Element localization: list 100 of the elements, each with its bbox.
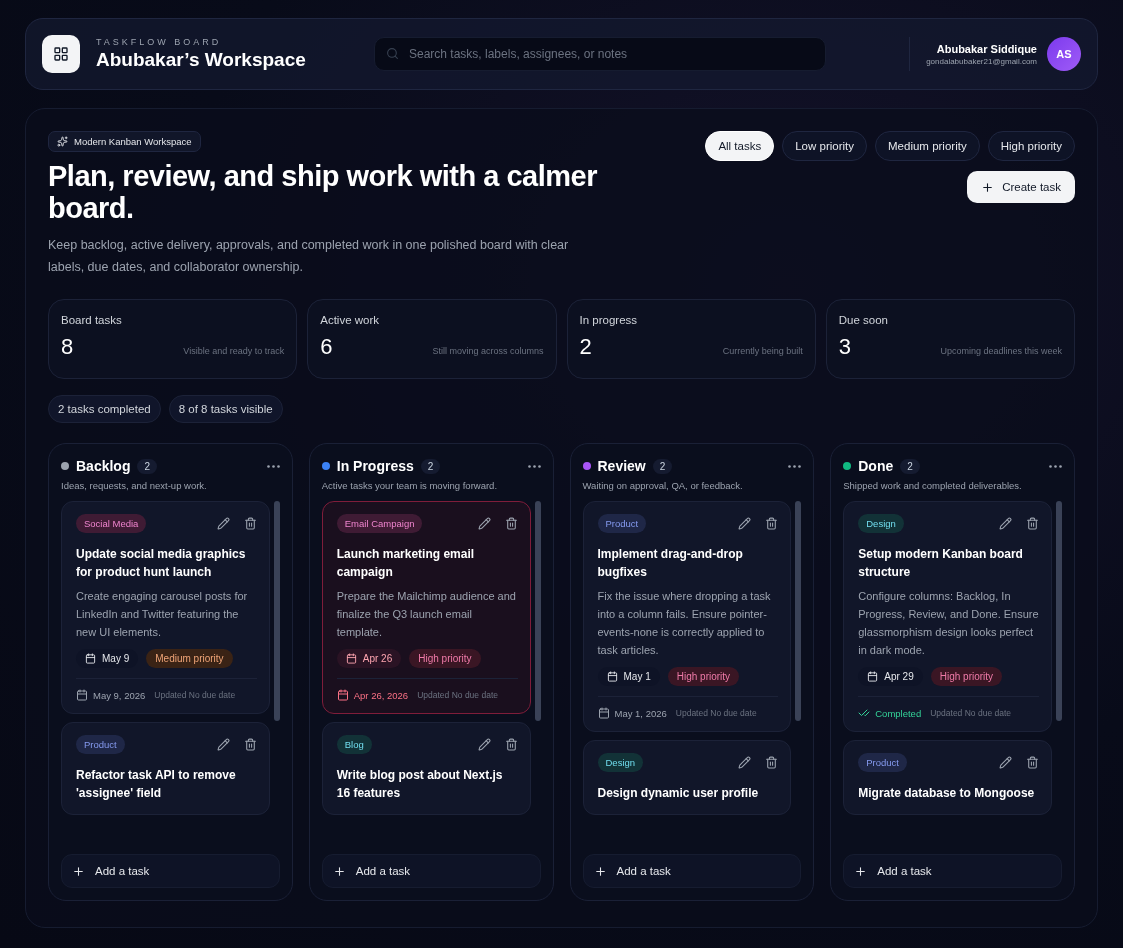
task-card[interactable]: Blog Write blog post about Next.js 16 features [321,722,531,815]
priority-chip: High priority [409,649,481,668]
stat-value: 3 [838,334,851,360]
delete-button[interactable] [1026,756,1039,769]
trash-icon [504,738,518,751]
ellipsis-icon [1049,464,1062,468]
due-date-chip: Apr 29 [858,667,923,686]
due-date: Apr 26, 2026 [336,689,409,701]
pencil-icon [477,517,491,530]
due-date-chip: May 1 [597,667,660,686]
task-description: Fix the issue where dropping a task into a column fails. Ensure pointer-events-none is correctly applied to task articles. [597,589,772,658]
trash-icon [243,738,257,751]
edit-button[interactable] [738,517,752,530]
workspace-badge: Modern Kanban Workspace [48,131,201,152]
due-date: May 1, 2026 [597,707,667,719]
calendar-icon [867,671,879,682]
plus-icon [981,180,995,194]
task-count: 2 [900,458,920,474]
check-icon [858,707,871,719]
calendar-icon [606,671,618,682]
edit-button[interactable] [738,756,752,769]
task-tag: Design [858,514,904,533]
hero-title: Plan, review, and ship work with a calmer board. [48,160,598,224]
calendar-icon [85,653,96,664]
delete-button[interactable] [504,738,518,751]
more-menu-button[interactable] [266,464,280,468]
scrollbar[interactable] [795,501,802,721]
delete-button[interactable] [765,756,779,769]
stat-value: 6 [320,334,333,360]
delete-button[interactable] [504,517,518,530]
add-task-button[interactable]: Add a task [61,854,280,888]
priority-filter[interactable]: All tasks [705,131,775,161]
user-email: gondalabubaker21@gmail.com [926,56,1037,66]
trash-icon [243,517,257,530]
task-card[interactable] [61,501,270,714]
sparkles-icon [57,136,68,147]
edit-button[interactable] [999,517,1012,530]
task-card[interactable]: Email Campaign Launch marketing email campaign Prepare the Mailchimp audience and finalize the Q3 launch email template. Apr 26 High priority Apr 26, 2026 Updated No due date [321,501,531,714]
stat-label: Due soon [838,314,889,326]
column-title: Done [858,458,894,474]
stat-value: 2 [579,334,592,360]
edit-button[interactable] [216,738,230,751]
plus-icon [332,864,346,878]
more-menu-button[interactable] [527,464,541,468]
create-task-button[interactable]: Create task [967,171,1075,203]
edit-button[interactable] [477,517,491,530]
edit-button[interactable] [477,738,491,751]
task-description: Prepare the Mailchimp audience and finalize the Q3 launch email template. [336,589,517,640]
due-date-chip: May 9 [76,649,139,668]
completed-status: Completed [858,707,922,719]
more-menu-button[interactable] [1049,464,1062,468]
priority-filter[interactable]: Medium priority [875,131,980,161]
column-description: Ideas, requests, and next-up work. [61,480,208,491]
trash-icon [1026,756,1039,769]
stat-label: Active work [320,314,381,326]
task-tag: Product [76,735,125,754]
updated-note: Updated No due date [930,708,1011,718]
priority-filter[interactable]: High priority [987,131,1075,161]
calendar-icon [76,689,88,701]
plus-icon [854,864,868,878]
scrollbar[interactable] [273,501,280,721]
column-title: Review [597,458,646,474]
workspace-title: Abubakar’s Workspace [96,49,307,71]
more-menu-button[interactable] [788,464,802,468]
grid-logo-icon [42,35,80,73]
search-field[interactable]: Search tasks, labels, assignees, or notes [374,37,826,71]
task-card[interactable]: Product Migrate database to Mongoose [843,740,1052,815]
app-eyebrow: TASKFLOW BOARD [96,37,223,47]
add-task-button[interactable]: Add a task [582,854,802,888]
ellipsis-icon [527,464,541,468]
delete-button[interactable] [1026,517,1039,530]
add-task-button[interactable]: Add a task [843,854,1062,888]
scrollbar[interactable] [1056,501,1062,721]
task-tag: Design [597,753,644,772]
add-task-button[interactable]: Add a task [321,854,541,888]
user-avatar[interactable]: AS [1047,37,1081,71]
stat-note: Upcoming deadlines this week [940,346,1062,356]
task-tag: Blog [336,735,372,754]
task-title: Setup modern Kanban board structure [858,546,1024,581]
edit-button[interactable] [999,756,1012,769]
task-card[interactable] [843,501,1052,732]
task-card[interactable]: Product Refactor task API to remove 'assignee' field [61,722,270,815]
delete-button[interactable] [243,738,257,751]
task-tag: Social Media [76,514,147,533]
task-card[interactable] [582,501,792,732]
scrollbar[interactable] [534,501,541,721]
task-card[interactable]: Design Design dynamic user profile [582,740,792,815]
delete-button[interactable] [765,517,779,530]
pencil-icon [738,756,752,769]
task-description: Configure columns: Backlog, In Progress, Review, and Done. Ensure glassmorphism design looks perfect in dark mode. [858,589,1039,658]
edit-button[interactable] [216,517,230,530]
column-description: Waiting on approval, QA, or feedback. [582,480,744,491]
task-title: Migrate database to Mongoose [858,785,1036,802]
trash-icon [1026,517,1039,530]
delete-button[interactable] [243,517,257,530]
search-icon [386,47,399,60]
task-title: Design dynamic user profile [597,785,760,802]
pencil-icon [216,738,230,751]
priority-filter[interactable]: Low priority [782,131,868,161]
priority-chip: Medium priority [146,649,233,668]
